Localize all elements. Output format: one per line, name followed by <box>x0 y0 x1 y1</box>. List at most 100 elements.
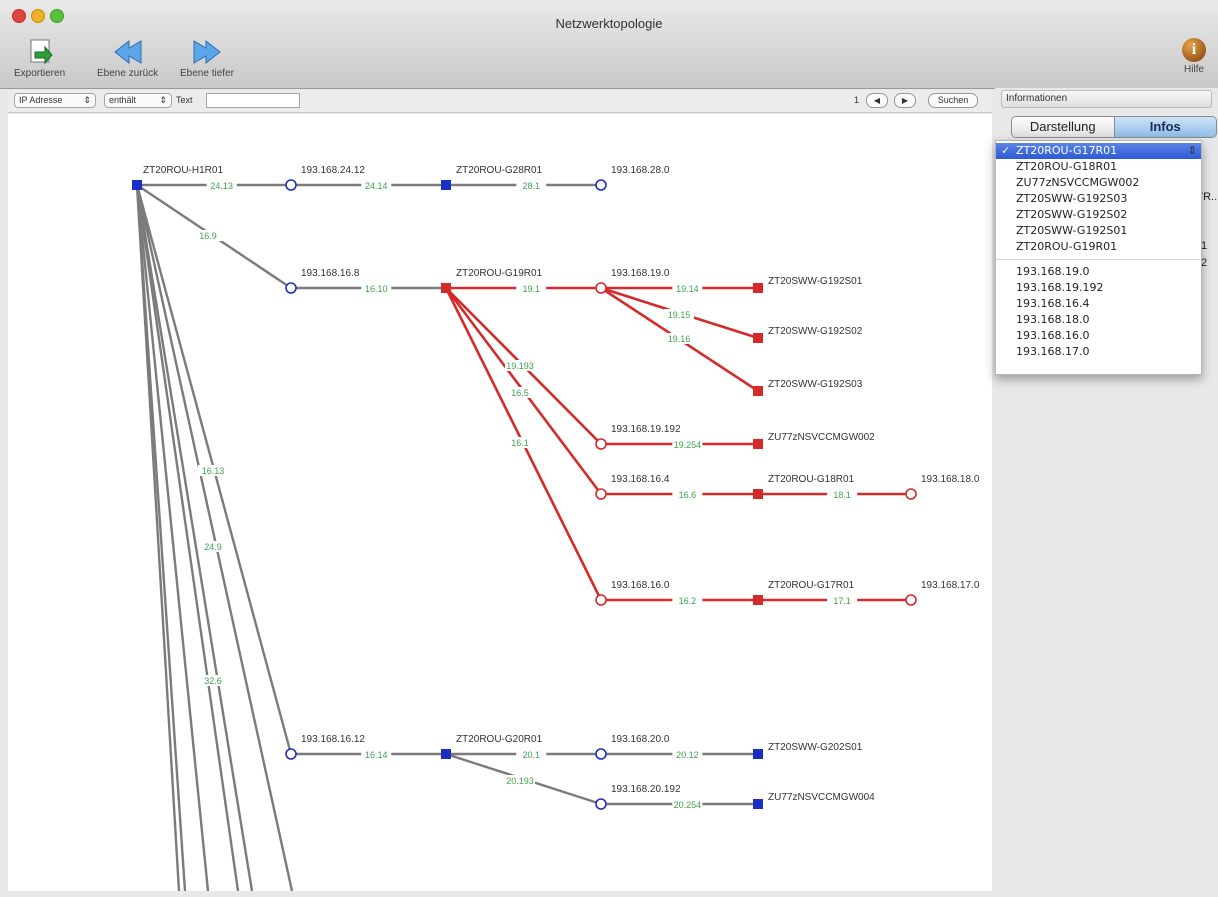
link-label: 19.254 <box>674 440 702 450</box>
network-node[interactable] <box>595 488 607 500</box>
router-node[interactable] <box>441 180 451 190</box>
dropdown-network-item[interactable]: 193.168.19.0 <box>996 264 1201 280</box>
dropdown-item-label: ZU77zNSVCCMGW002 <box>1016 176 1140 189</box>
page-number: 1 <box>854 95 860 105</box>
network-node[interactable] <box>595 438 607 450</box>
tab-infos[interactable]: Infos <box>1114 117 1216 137</box>
node-label: ZT20ROU-G19R01 <box>456 268 543 279</box>
dropdown-network-item[interactable]: 193.168.16.4 <box>996 296 1201 312</box>
dropdown-network-item[interactable]: 193.168.16.0 <box>996 328 1201 344</box>
router-node[interactable] <box>753 595 763 605</box>
view-segmented-control[interactable]: Darstellung Infos <box>1011 116 1217 138</box>
dropdown-separator <box>996 259 1201 260</box>
link-label: 18.1 <box>833 490 851 500</box>
link-line[interactable] <box>135 184 254 891</box>
node-label: ZT20ROU-G20R01 <box>456 734 543 745</box>
operator-select[interactable]: enthält ⇕ <box>104 93 172 108</box>
node-label: 193.168.16.4 <box>611 474 670 485</box>
dropdown-item-label: ZT20SWW-G192S01 <box>1016 224 1128 237</box>
operator-select-value: enthält <box>109 95 137 105</box>
router-node[interactable] <box>753 799 763 809</box>
network-node[interactable] <box>595 594 607 606</box>
topology-canvas[interactable]: 24.13 24.14 28.1 16.9 16.10 19.1 19.14 19.15 19.… <box>8 114 992 891</box>
link-label: 24.13 <box>210 181 233 191</box>
network-node[interactable] <box>595 748 607 760</box>
link-label: 24.9 <box>204 542 222 552</box>
router-node[interactable] <box>753 439 763 449</box>
dropdown-device-item[interactable]: ZT20ROU-G18R01 <box>996 159 1201 175</box>
dropdown-network-item[interactable]: 193.168.18.0 <box>996 312 1201 328</box>
router-node[interactable] <box>753 489 763 499</box>
tab-darstellung[interactable]: Darstellung <box>1012 117 1115 137</box>
router-node[interactable] <box>132 180 142 190</box>
network-node[interactable] <box>285 282 297 294</box>
network-node[interactable] <box>595 798 607 810</box>
node-label: 193.168.20.192 <box>611 784 681 795</box>
link-label: 20.12 <box>676 750 699 760</box>
dropdown-item-label: ZT20SWW-G192S03 <box>1016 192 1128 205</box>
dropdown-device-item[interactable]: ZT20ROU-G19R01 <box>996 239 1201 255</box>
node-label: ZT20SWW-G202S01 <box>768 742 863 753</box>
level-forward-button[interactable]: Ebene tiefer <box>180 38 234 79</box>
export-button[interactable]: Exportieren <box>14 38 65 79</box>
device-dropdown-menu[interactable]: ✓ ⇕ ZT20ROU-G17R01 ZT20ROU-G18R01 ZU77zNSVCC… <box>995 140 1202 375</box>
link-label: 19.15 <box>668 310 691 320</box>
dropdown-item-label: 193.168.19.0 <box>1016 265 1090 278</box>
title-bar: Netzwerktopologie Exportieren Ebene zurü… <box>0 0 1218 89</box>
link-label: 24.14 <box>365 181 388 191</box>
node-label: ZU77zNSVCCMGW002 <box>768 432 875 443</box>
node-label: 193.168.20.0 <box>611 734 670 745</box>
dropdown-device-item[interactable]: ZT20SWW-G192S03 <box>996 191 1201 207</box>
checkmark-icon: ✓ <box>1001 144 1011 157</box>
link-label: 16.6 <box>679 490 697 500</box>
search-button[interactable]: Suchen <box>928 93 978 108</box>
updown-icon: ⇕ <box>1187 144 1197 157</box>
dropdown-item-label: ZT20ROU-G18R01 <box>1016 160 1118 173</box>
left-triangle-icon: ◀ <box>873 96 881 105</box>
node-label: 193.168.28.0 <box>611 165 670 176</box>
dropdown-item-label: ZT20ROU-G19R01 <box>1016 240 1118 253</box>
dropdown-network-item[interactable]: 193.168.19.192 <box>996 280 1201 296</box>
router-node[interactable] <box>441 283 451 293</box>
network-node[interactable] <box>285 748 297 760</box>
help-button[interactable]: i Hilfe <box>1182 38 1206 75</box>
router-node[interactable] <box>441 749 451 759</box>
export-icon <box>23 38 57 66</box>
updown-icon: ⇕ <box>83 95 91 105</box>
link-label: 28.1 <box>522 181 540 191</box>
level-back-button[interactable]: Ebene zurück <box>97 38 158 79</box>
network-node[interactable] <box>595 282 607 294</box>
next-result-button[interactable]: ▶ <box>894 93 916 108</box>
node-label: 193.168.19.0 <box>611 268 670 279</box>
node-label: 193.168.17.0 <box>921 580 980 591</box>
link-label: 16.1 <box>511 438 529 448</box>
search-text-input[interactable] <box>206 93 300 108</box>
router-node[interactable] <box>753 386 763 396</box>
router-node[interactable] <box>753 333 763 343</box>
previous-result-button[interactable]: ◀ <box>866 93 888 108</box>
router-node[interactable] <box>753 283 763 293</box>
field-select[interactable]: IP Adresse ⇕ <box>14 93 96 108</box>
dropdown-device-item[interactable]: ZT20SWW-G192S01 <box>996 223 1201 239</box>
help-label: Hilfe <box>1183 64 1204 75</box>
dropdown-device-item[interactable]: ZT20SWW-G192S02 <box>996 207 1201 223</box>
node-label: ZT20ROU-G18R01 <box>768 474 855 485</box>
network-node[interactable] <box>595 179 607 191</box>
node-label: 193.168.19.192 <box>611 424 681 435</box>
network-node[interactable] <box>905 594 917 606</box>
network-node[interactable] <box>905 488 917 500</box>
link-label: 16.5 <box>511 388 529 398</box>
link-label: 16.9 <box>199 231 217 241</box>
network-node[interactable] <box>285 179 297 191</box>
right-triangle-icon: ▶ <box>901 96 909 105</box>
dropdown-device-item[interactable]: ✓ ⇕ ZT20ROU-G17R01 <box>996 143 1201 159</box>
link-label: 16.2 <box>679 596 697 606</box>
dropdown-device-item[interactable]: ZU77zNSVCCMGW002 <box>996 175 1201 191</box>
router-node[interactable] <box>753 749 763 759</box>
link-line[interactable] <box>135 184 240 891</box>
updown-icon: ⇕ <box>159 95 167 105</box>
dropdown-item-label: 193.168.18.0 <box>1016 313 1090 326</box>
topology-graph[interactable]: 24.13 24.14 28.1 16.9 16.10 19.1 19.14 19.15 19.… <box>8 114 992 891</box>
dropdown-network-item[interactable]: 193.168.17.0 <box>996 344 1201 360</box>
link-label: 32.6 <box>204 676 222 686</box>
